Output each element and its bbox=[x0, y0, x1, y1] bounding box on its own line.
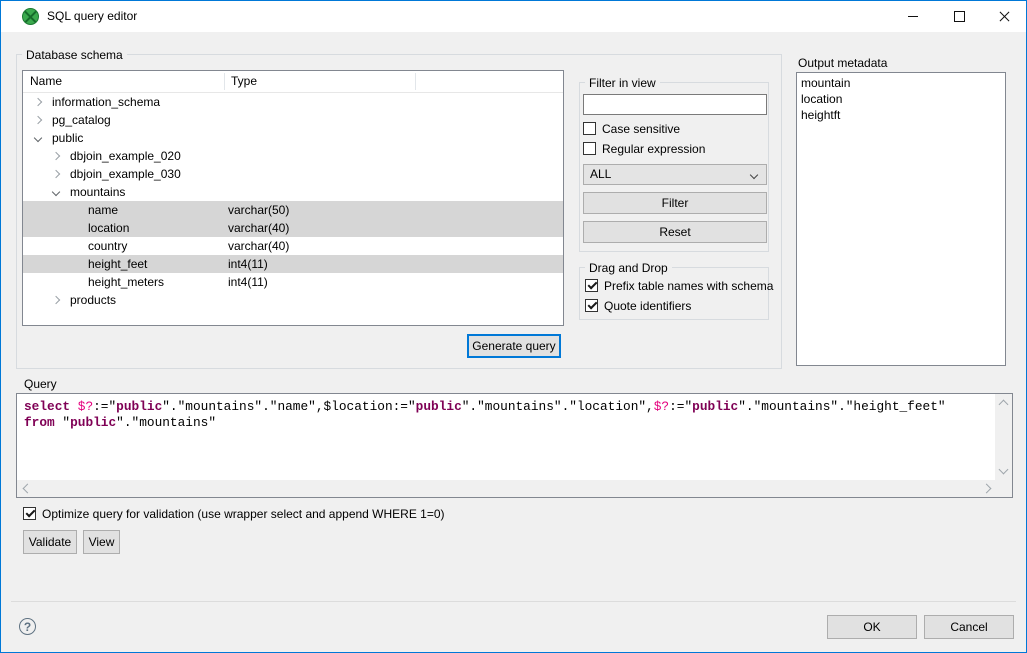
output-metadata-label: Output metadata bbox=[798, 56, 887, 70]
tree-cell-name: public bbox=[52, 129, 83, 147]
tree-cell-name: information_schema bbox=[52, 93, 160, 111]
tree-row[interactable]: location varchar(40) bbox=[23, 219, 563, 237]
scroll-down-icon[interactable] bbox=[999, 465, 1009, 475]
tree-cell-name: location bbox=[88, 219, 129, 237]
case-sensitive-label: Case sensitive bbox=[602, 122, 680, 136]
chevron-right-icon[interactable] bbox=[34, 98, 42, 106]
minimize-button[interactable] bbox=[890, 1, 936, 32]
prefix-table-names-label: Prefix table names with schema bbox=[604, 279, 773, 293]
query-line: select $?:="public"."mountains"."name",$… bbox=[24, 399, 994, 415]
titlebar: SQL query editor bbox=[1, 1, 1026, 32]
chevron-right-icon[interactable] bbox=[52, 296, 60, 304]
list-item[interactable]: mountain bbox=[797, 75, 1005, 91]
cancel-button[interactable]: Cancel bbox=[924, 615, 1014, 639]
tree-cell-name: products bbox=[70, 291, 116, 309]
tree-row[interactable]: height_feet int4(11) bbox=[23, 255, 563, 273]
output-metadata-list[interactable]: mountainlocationheightft bbox=[796, 72, 1006, 366]
tree-cell-name: mountains bbox=[70, 183, 125, 201]
minimize-icon bbox=[908, 16, 918, 17]
query-hscrollbar[interactable] bbox=[17, 480, 1012, 497]
tree-cell-name: country bbox=[88, 237, 127, 255]
tree-row[interactable]: information_schema bbox=[23, 93, 563, 111]
drag-and-drop-label: Drag and Drop bbox=[585, 261, 672, 275]
quote-identifiers-checkbox[interactable] bbox=[585, 299, 598, 312]
filter-group-label: Filter in view bbox=[585, 76, 660, 90]
chevron-down-icon bbox=[750, 171, 758, 179]
window-title: SQL query editor bbox=[47, 9, 137, 23]
maximize-icon bbox=[954, 11, 965, 22]
tree-row[interactable]: name varchar(50) bbox=[23, 201, 563, 219]
maximize-button[interactable] bbox=[936, 1, 982, 32]
chevron-down-icon[interactable] bbox=[52, 188, 60, 196]
list-item[interactable]: heightft bbox=[797, 107, 1005, 123]
case-sensitive-checkbox[interactable] bbox=[583, 122, 596, 135]
column-divider bbox=[224, 73, 225, 90]
footer-separator bbox=[11, 601, 1016, 602]
sql-query-editor-dialog: SQL query editor Database schema Name Ty… bbox=[0, 0, 1027, 653]
chevron-down-icon[interactable] bbox=[34, 134, 42, 142]
query-line: from "public"."mountains" bbox=[24, 415, 994, 431]
scroll-left-icon[interactable] bbox=[23, 484, 33, 494]
chevron-right-icon[interactable] bbox=[52, 170, 60, 178]
query-vscrollbar[interactable] bbox=[995, 394, 1012, 480]
scroll-right-icon[interactable] bbox=[982, 484, 992, 494]
tree-cell-type: int4(11) bbox=[228, 255, 268, 273]
tree-row[interactable]: dbjoin_example_020 bbox=[23, 147, 563, 165]
app-logo-icon bbox=[22, 8, 39, 25]
tree-row[interactable]: pg_catalog bbox=[23, 111, 563, 129]
column-divider bbox=[415, 73, 416, 90]
list-item[interactable]: location bbox=[797, 91, 1005, 107]
query-editor[interactable]: select $?:="public"."mountains"."name",$… bbox=[16, 393, 1013, 498]
tree-row[interactable]: dbjoin_example_030 bbox=[23, 165, 563, 183]
close-icon bbox=[999, 11, 1010, 22]
chevron-right-icon[interactable] bbox=[34, 116, 42, 124]
tree-cell-name: pg_catalog bbox=[52, 111, 111, 129]
close-button[interactable] bbox=[981, 1, 1027, 32]
help-button[interactable]: ? bbox=[19, 618, 36, 635]
tree-cell-name: height_feet bbox=[88, 255, 147, 273]
query-text: select $?:="public"."mountains"."name",$… bbox=[24, 399, 994, 479]
ok-button[interactable]: OK bbox=[827, 615, 917, 639]
schema-tree-rows: information_schemapg_catalogpublicdbjoin… bbox=[23, 93, 563, 309]
tree-row[interactable]: products bbox=[23, 291, 563, 309]
prefix-table-names-checkbox[interactable] bbox=[585, 279, 598, 292]
regular-expression-label: Regular expression bbox=[602, 142, 705, 156]
tree-cell-type: varchar(40) bbox=[228, 219, 289, 237]
reset-button[interactable]: Reset bbox=[583, 221, 767, 243]
chevron-right-icon[interactable] bbox=[52, 152, 60, 160]
tree-row[interactable]: height_meters int4(11) bbox=[23, 273, 563, 291]
query-label: Query bbox=[24, 377, 57, 391]
filter-scope-value: ALL bbox=[590, 167, 611, 181]
optimize-query-label: Optimize query for validation (use wrapp… bbox=[42, 507, 445, 521]
tree-cell-name: dbjoin_example_020 bbox=[70, 147, 181, 165]
schema-tree-header: Name Type bbox=[23, 71, 563, 93]
column-header-type[interactable]: Type bbox=[224, 71, 257, 92]
filter-input[interactable] bbox=[583, 94, 767, 115]
column-header-name[interactable]: Name bbox=[23, 71, 62, 92]
tree-cell-name: height_meters bbox=[88, 273, 164, 291]
tree-row[interactable]: country varchar(40) bbox=[23, 237, 563, 255]
tree-cell-type: varchar(50) bbox=[228, 201, 289, 219]
tree-cell-type: varchar(40) bbox=[228, 237, 289, 255]
scroll-up-icon[interactable] bbox=[999, 400, 1009, 410]
view-button[interactable]: View bbox=[83, 530, 120, 554]
tree-cell-name: name bbox=[88, 201, 118, 219]
tree-row[interactable]: public bbox=[23, 129, 563, 147]
schema-tree[interactable]: Name Type information_schemapg_catalogpu… bbox=[22, 70, 564, 326]
tree-row[interactable]: mountains bbox=[23, 183, 563, 201]
generate-query-button[interactable]: Generate query bbox=[467, 334, 561, 358]
database-schema-label: Database schema bbox=[22, 48, 127, 62]
tree-cell-name: dbjoin_example_030 bbox=[70, 165, 181, 183]
optimize-query-checkbox[interactable] bbox=[23, 507, 36, 520]
regular-expression-checkbox[interactable] bbox=[583, 142, 596, 155]
quote-identifiers-label: Quote identifiers bbox=[604, 299, 691, 313]
validate-button[interactable]: Validate bbox=[23, 530, 77, 554]
filter-button[interactable]: Filter bbox=[583, 192, 767, 214]
tree-cell-type: int4(11) bbox=[228, 273, 268, 291]
filter-scope-select[interactable]: ALL bbox=[583, 164, 767, 185]
